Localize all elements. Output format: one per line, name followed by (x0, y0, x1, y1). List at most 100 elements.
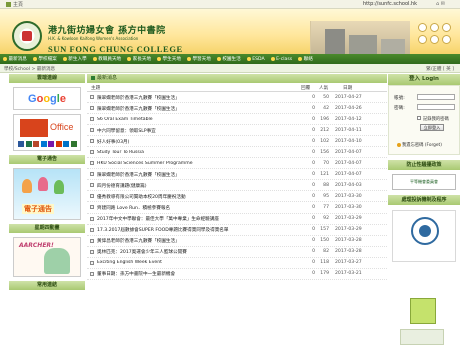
week-animation-banner[interactable]: AARCHER! (13, 237, 81, 277)
top-utility-bar: 主頁 http://sunfc.school.hk ⌂ ✉ (0, 0, 460, 9)
news-topic[interactable]: 優秀教導有限公司贊助本校20周年慶祝活動 (97, 194, 297, 200)
print-icon[interactable] (430, 35, 439, 44)
nav-bullet-icon (92, 57, 97, 61)
news-row[interactable]: 奧林匹克：2017奧運會少年三人籃球公開賽 0 82 2017-03-28 (87, 247, 387, 258)
news-views: 92 (323, 216, 329, 222)
col-reply: 回覆 (301, 86, 311, 91)
news-date: 2017-03-27 (335, 260, 362, 266)
nav-item-0[interactable]: 最新消息 (3, 56, 27, 62)
language-switch[interactable]: 繁/正體 [ 英 ] (426, 66, 454, 72)
username-input[interactable] (417, 94, 455, 100)
news-row[interactable]: 四月份德育講題(健康篇) 0 88 2017-04-03 (87, 180, 387, 192)
remember-checkbox[interactable] (417, 116, 421, 120)
news-topic[interactable]: 中六同學留意：領取SLP事宜 (97, 128, 297, 134)
nav-item-8[interactable]: ESDA (246, 57, 265, 62)
news-row[interactable]: 齊建同路 Love Run．積極參賽報名 0 77 2017-03-30 (87, 202, 387, 214)
mail-icon[interactable] (430, 23, 439, 32)
header-icons[interactable] (418, 23, 454, 44)
news-topic[interactable]: Exciting English Week Event (97, 260, 297, 265)
news-date: 2017-04-03 (335, 182, 362, 188)
news-topic[interactable]: HKU Social Sciences Summer Programme (97, 161, 297, 166)
news-topic[interactable]: 2017年中文中學聯會：最佳大學「萬中專業」生命經驗講座 (97, 216, 297, 222)
news-topic[interactable]: 好人好事(03月) (97, 139, 297, 145)
news-views: 118 (320, 260, 329, 266)
news-topic[interactable]: 陳翠嫻老師於香港三九數賽「校園生活」 (97, 95, 297, 101)
login-button[interactable]: 立即登入 (420, 124, 444, 131)
nav-label: 學習天地 (192, 57, 211, 62)
school-name-en: SUN FONG CHUNG COLLEGE (48, 44, 183, 54)
sitemap-icon[interactable] (418, 35, 427, 44)
google-banner[interactable]: Google (13, 87, 81, 110)
enotice-banner[interactable]: 電子通告 (13, 168, 81, 220)
doc-icon (90, 128, 94, 133)
news-row[interactable]: Exciting English Week Event 0 118 2017-03-2… (87, 258, 387, 269)
school-assoc: H.K. & Kowloon Kaifong Women's Associati… (48, 36, 139, 41)
eoc-banner[interactable]: 平等機會委員會 (392, 174, 456, 190)
news-replies: 0 (312, 260, 315, 266)
news-views: 157 (320, 227, 329, 233)
nav-item-6[interactable]: 學習天地 (186, 56, 211, 62)
promo-banner-2[interactable] (400, 329, 444, 345)
nav-item-2[interactable]: 新生入學 (62, 56, 87, 62)
news-topic[interactable]: 陳翠嫻老師於香港三九數賽「校園生活」 (97, 106, 297, 112)
news-date: 2017-04-27 (335, 94, 362, 100)
news-replies: 0 (312, 116, 315, 122)
nav-bullet-icon (298, 57, 303, 61)
news-replies: 0 (312, 216, 315, 222)
breadcrumb[interactable]: 學校/School > 最新消息 (4, 66, 55, 72)
school-logo[interactable] (12, 21, 42, 51)
nav-item-5[interactable]: 學生天地 (157, 56, 181, 62)
news-row[interactable]: Study Tour To Russia 0 156 2017-04-07 (87, 147, 387, 159)
password-input[interactable] (417, 104, 455, 110)
nav-item-1[interactable]: 學校檔案 (32, 56, 57, 62)
nav-bullet-icon (157, 57, 162, 61)
home-icon[interactable] (418, 23, 427, 32)
news-row[interactable]: 黃偉昌老師於香港三九數賽「校園生活」 0 150 2017-03-28 (87, 236, 387, 247)
edb-logo-banner[interactable] (392, 210, 456, 262)
office-banner[interactable]: Office (13, 114, 81, 151)
news-replies: 0 (312, 182, 315, 188)
login-form: 帳號: 密碼: 記錄我的密碼 立即登入 我遺忘密碼 (Forget) (388, 85, 460, 155)
news-row[interactable]: 董事日期：孫方中書院中一生最新機會 0 179 2017-03-21 (87, 269, 387, 280)
news-topic[interactable]: S6 Oral Exam Timetable (97, 117, 297, 122)
doc-icon (90, 139, 94, 144)
site-url[interactable]: http://sunfc.school.hk (363, 1, 417, 7)
nav-item-10[interactable]: 聯絡 (298, 56, 313, 62)
news-row[interactable]: S6 Oral Exam Timetable 0 196 2017-04-12 (87, 114, 387, 126)
news-topic[interactable]: 四月份德育講題(健康篇) (97, 183, 297, 189)
nav-item-9[interactable]: E-class (270, 57, 292, 62)
breadcrumb-bar: 學校/School > 最新消息 繁/正體 [ 英 ] (0, 64, 460, 73)
news-topic[interactable]: 奧林匹克：2017奧運會少年三人籃球公開賽 (97, 249, 297, 255)
news-topic[interactable]: Study Tour To Russia (97, 150, 297, 155)
news-row[interactable]: 2017年中文中學聯會：最佳大學「萬中專業」生命經驗講座 0 92 2017-03-2… (87, 214, 387, 225)
news-row[interactable]: 優秀教導有限公司贊助本校20周年慶祝活動 0 95 2017-03-30 (87, 191, 387, 203)
school-name-cn: 港九街坊婦女會 孫方中書院 (48, 26, 166, 36)
news-row[interactable]: 17.3.2017屆數據會SUPER FOOD專題比賽得獎同學及得獎名單 0 157… (87, 225, 387, 236)
news-topic[interactable]: 董事日期：孫方中書院中一生最新機會 (97, 271, 297, 277)
news-row[interactable]: 陳翠嫻老師於香港三九數賽「校園生活」 0 42 2017-04-26 (87, 103, 387, 115)
anti-harassment-title: 防止性騷擾政策 (388, 160, 460, 170)
news-topic[interactable]: 齊建同路 Love Run．積極參賽報名 (97, 205, 297, 211)
search-icon[interactable] (442, 23, 451, 32)
news-row[interactable]: 好人好事(03月) 0 102 2017-04-10 (87, 136, 387, 148)
news-row[interactable]: 陳翠嫻老師於香港三九數賽「校園生活」 0 50 2017-04-27 (87, 92, 387, 104)
nav-bullet-icon (186, 57, 191, 61)
news-views: 102 (320, 138, 329, 144)
news-row[interactable]: 中六同學留意：領取SLP事宜 0 212 2017-04-11 (87, 125, 387, 137)
promo-banner[interactable] (410, 298, 436, 324)
news-row[interactable]: 陳翠嫻老師於香港三九數賽「校園生活」 0 121 2017-04-07 (87, 169, 387, 181)
nav-label: 最新消息 (8, 57, 27, 62)
news-topic[interactable]: 陳翠嫻老師於香港三九數賽「校園生活」 (97, 172, 297, 178)
utility-icons[interactable]: ⌂ ✉ (436, 1, 445, 7)
nav-item-3[interactable]: 教職員天地 (92, 56, 121, 62)
news-topic[interactable]: 17.3.2017屆數據會SUPER FOOD專題比賽得獎同學及得獎名單 (97, 227, 297, 233)
news-replies: 0 (312, 127, 315, 133)
news-topic[interactable]: 黃偉昌老師於香港三九數賽「校園生活」 (97, 238, 297, 244)
news-row[interactable]: HKU Social Sciences Summer Programme 0 70 2… (87, 158, 387, 170)
nav-item-4[interactable]: 家長天地 (127, 56, 151, 62)
lang-icon[interactable] (442, 35, 451, 44)
forgot-password-link[interactable]: 我遺忘密碼 (Forget) (397, 142, 442, 148)
nav-item-7[interactable]: 校園生活 (216, 56, 241, 62)
news-title-label: 最新消息 (97, 75, 118, 81)
home-link[interactable]: 主頁 (6, 1, 23, 8)
